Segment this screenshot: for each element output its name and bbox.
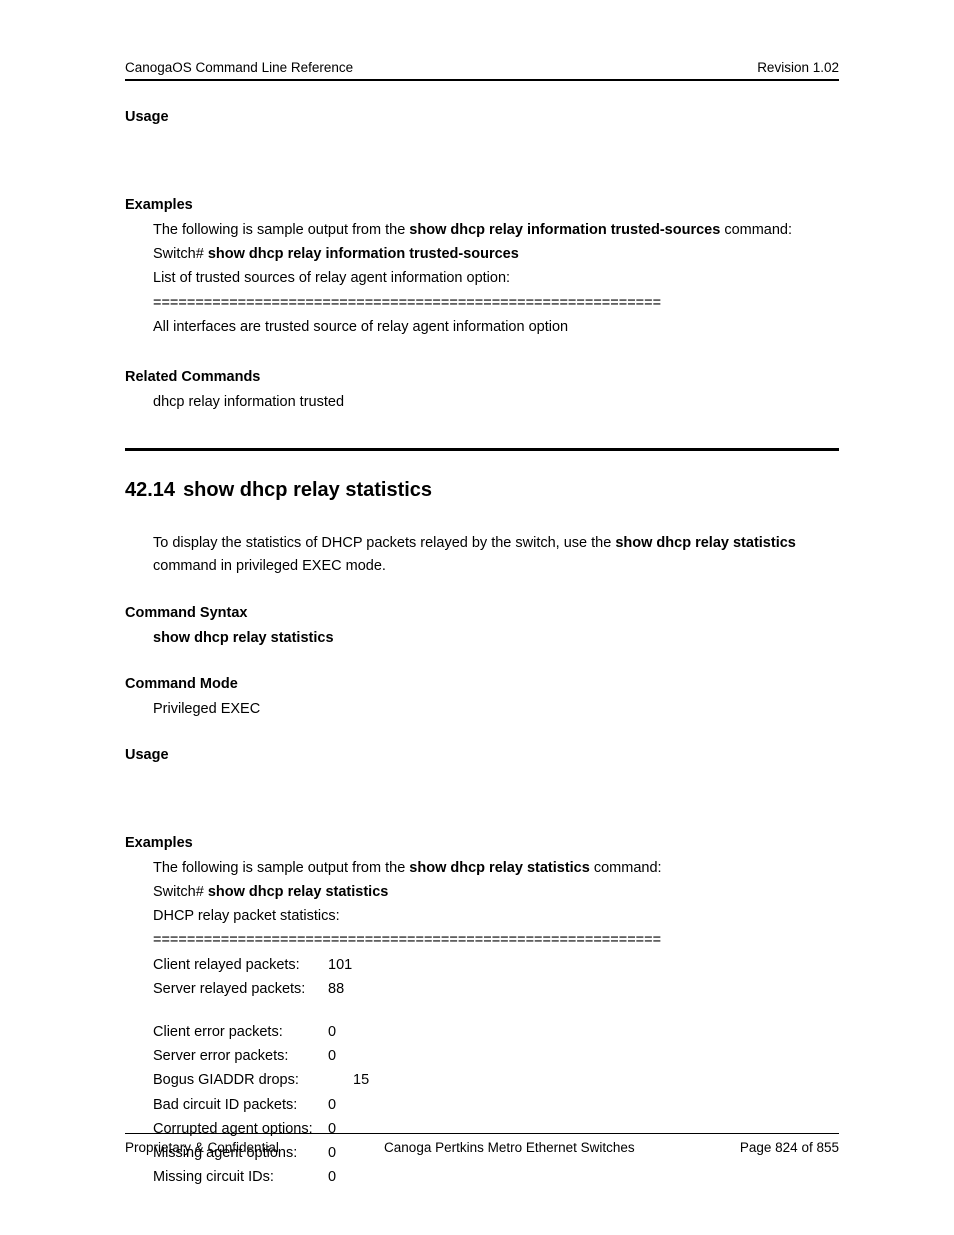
stat-label: Client relayed packets: (153, 954, 328, 977)
command-mode-body: Privileged EXEC (153, 698, 839, 721)
stat-row: Bogus GIADDR drops: 15 (153, 1069, 839, 1092)
page-footer: Proprietary & Confidential Canoga Pertki… (125, 1133, 839, 1155)
footer-right: Page 824 of 855 (740, 1140, 839, 1155)
header-title: CanogaOS Command Line Reference (125, 60, 353, 75)
chapter-title: 42.14 show dhcp relay statistics (125, 479, 839, 502)
stat-value: 88 (328, 978, 368, 1001)
stat-row: Missing circuit IDs: 0 (153, 1166, 839, 1189)
desc-pre: To display the statistics of DHCP packet… (153, 535, 615, 551)
command-mode-heading: Command Mode (125, 676, 839, 692)
output-title: DHCP relay packet statistics: (153, 905, 839, 928)
examples-body: The following is sample output from the … (153, 219, 839, 339)
stat-row: Client error packets: 0 (153, 1021, 839, 1044)
stat-row: Client relayed packets: 101 (153, 954, 839, 977)
footer-left: Proprietary & Confidential (125, 1140, 279, 1155)
prompt: Switch# (153, 246, 208, 262)
page-header: CanogaOS Command Line Reference Revision… (125, 60, 839, 81)
desc-post: command in privileged EXEC mode. (153, 558, 386, 574)
example-intro-pre: The following is sample output from the (153, 222, 409, 238)
usage-heading: Usage (125, 109, 839, 125)
section-divider (125, 448, 839, 451)
header-revision: Revision 1.02 (757, 60, 839, 75)
desc-cmd: show dhcp relay statistics (615, 535, 796, 551)
examples-heading-2: Examples (125, 835, 839, 851)
example-intro-post: command: (590, 860, 662, 876)
chapter-number: 42.14 (125, 479, 175, 501)
stat-label: Server relayed packets: (153, 978, 328, 1001)
example-intro-pre: The following is sample output from the (153, 860, 409, 876)
stat-label: Bad circuit ID packets: (153, 1094, 328, 1117)
stat-label: Bogus GIADDR drops: (153, 1069, 353, 1092)
example-intro-cmd: show dhcp relay information trusted-sour… (409, 222, 720, 238)
stat-value: 0 (328, 1021, 368, 1044)
stat-label: Client error packets: (153, 1021, 328, 1044)
output-divider: ========================================… (153, 929, 839, 952)
related-command: dhcp relay information trusted (153, 391, 839, 414)
output-line: All interfaces are trusted source of rel… (153, 316, 839, 339)
footer-center: Canoga Pertkins Metro Ethernet Switches (384, 1140, 635, 1155)
output-divider: ========================================… (153, 292, 839, 315)
related-commands-body: dhcp relay information trusted (153, 391, 839, 414)
prompt-cmd: show dhcp relay information trusted-sour… (208, 246, 519, 262)
related-commands-heading: Related Commands (125, 369, 839, 385)
example-intro-post: command: (720, 222, 792, 238)
stat-row: Server relayed packets: 88 (153, 978, 839, 1001)
stat-label: Missing circuit IDs: (153, 1166, 328, 1189)
stat-value: 15 (353, 1069, 393, 1092)
stat-row: Server error packets: 0 (153, 1045, 839, 1068)
example-intro-cmd: show dhcp relay statistics (409, 860, 590, 876)
usage-heading-2: Usage (125, 747, 839, 763)
output-line: List of trusted sources of relay agent i… (153, 267, 839, 290)
stat-value: 0 (328, 1045, 368, 1068)
stat-label: Server error packets: (153, 1045, 328, 1068)
stat-value: 101 (328, 954, 368, 977)
document-page: CanogaOS Command Line Reference Revision… (0, 0, 954, 1235)
prompt: Switch# (153, 884, 208, 900)
chapter-description: To display the statistics of DHCP packet… (153, 532, 839, 578)
stat-value: 0 (328, 1166, 368, 1189)
examples-heading: Examples (125, 197, 839, 213)
stat-row: Bad circuit ID packets: 0 (153, 1094, 839, 1117)
stat-value: 0 (328, 1094, 368, 1117)
command-syntax-body: show dhcp relay statistics (153, 627, 839, 650)
command-syntax-heading: Command Syntax (125, 605, 839, 621)
prompt-cmd: show dhcp relay statistics (208, 884, 389, 900)
chapter-name: show dhcp relay statistics (183, 479, 432, 501)
